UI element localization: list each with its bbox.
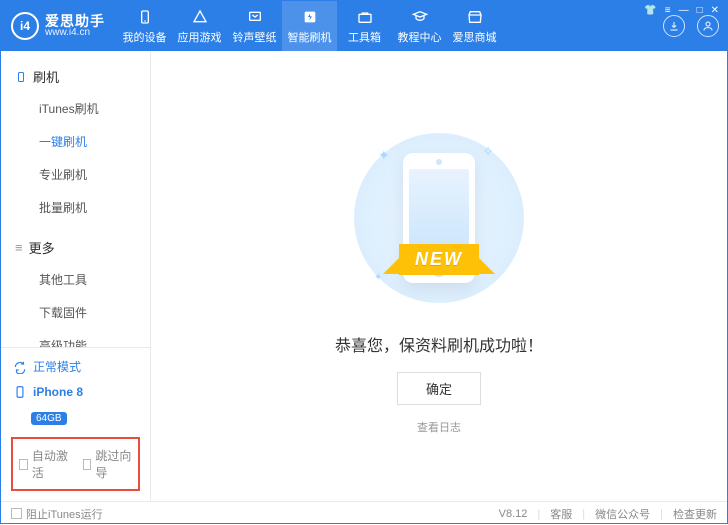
nav-label: 智能刷机	[288, 29, 332, 45]
sidebar-item-download[interactable]: 下载固件	[1, 296, 150, 329]
checkbox-skip-guide[interactable]: 跳过向导	[83, 447, 133, 481]
ok-button[interactable]: 确定	[397, 372, 481, 405]
sidebar-section-flash: 刷机	[1, 61, 150, 92]
sidebar-item-batch[interactable]: 批量刷机	[1, 191, 150, 224]
minimize-icon[interactable]: —	[679, 5, 689, 16]
new-ribbon: NEW	[359, 244, 519, 275]
nav-label: 我的设备	[123, 29, 167, 45]
sidebar-item-oneclick[interactable]: 一键刷机	[1, 125, 150, 158]
sidebar-item-advanced[interactable]: 高级功能	[1, 329, 150, 347]
sidebar-section-more: ≡ 更多	[1, 232, 150, 263]
statusbar: 阻止iTunes运行 V8.12 | 客服 | 微信公众号 | 检查更新	[1, 501, 727, 525]
update-link[interactable]: 检查更新	[673, 506, 717, 522]
brand-subtitle: www.i4.cn	[45, 28, 105, 38]
mode-normal[interactable]: 正常模式	[13, 358, 138, 375]
nav-my-device[interactable]: 我的设备	[117, 1, 172, 51]
maximize-icon[interactable]: □	[697, 5, 703, 16]
nav-tutorial[interactable]: 教程中心	[392, 1, 447, 51]
nav-ringtone[interactable]: 铃声壁纸	[227, 1, 282, 51]
device-icon	[136, 8, 154, 26]
close-icon[interactable]: ✕	[711, 5, 719, 16]
menu-icon[interactable]: ≡	[665, 5, 671, 16]
nav-toolbox[interactable]: 工具箱	[337, 1, 392, 51]
ringtone-icon	[246, 8, 264, 26]
brand-title: 爱思助手	[45, 14, 105, 28]
skin-icon[interactable]: 👕	[644, 5, 656, 16]
sparkle-icon: ✧	[482, 143, 494, 160]
phone-icon	[15, 70, 27, 84]
more-icon: ≡	[15, 240, 23, 255]
storage-badge: 64GB	[31, 412, 67, 425]
hero-illustration: ✦ ✧ ✦ NEW	[334, 118, 544, 318]
sidebar-item-pro[interactable]: 专业刷机	[1, 158, 150, 191]
version-label: V8.12	[499, 508, 528, 520]
tutorial-icon	[411, 8, 429, 26]
brand-logo-icon: i4	[11, 12, 39, 40]
checkbox-block-itunes[interactable]: 阻止iTunes运行	[11, 506, 103, 522]
sidebar-item-other[interactable]: 其他工具	[1, 263, 150, 296]
nav-label: 铃声壁纸	[233, 29, 277, 45]
options-highlight: 自动激活 跳过向导	[11, 437, 140, 491]
brand: i4 爱思助手 www.i4.cn	[11, 12, 105, 40]
support-link[interactable]: 客服	[550, 506, 572, 522]
nav-label: 爱思商城	[453, 29, 497, 45]
success-message: 恭喜您，保资料刷机成功啦！	[335, 332, 543, 356]
main-content: ✦ ✧ ✦ NEW 恭喜您，保资料刷机成功啦！ 确定 查看日志	[151, 51, 727, 501]
nav-label: 应用游戏	[178, 29, 222, 45]
sparkle-icon: ✦	[378, 147, 390, 164]
user-button[interactable]	[697, 15, 719, 37]
nav-apps[interactable]: 应用游戏	[172, 1, 227, 51]
window-controls: 👕 ≡ — □ ✕	[644, 5, 719, 16]
refresh-icon	[13, 360, 27, 374]
device-icon	[13, 385, 27, 399]
view-log-link[interactable]: 查看日志	[417, 419, 461, 435]
checkbox-auto-activate[interactable]: 自动激活	[19, 447, 69, 481]
store-icon	[466, 8, 484, 26]
titlebar: i4 爱思助手 www.i4.cn 我的设备 应用游戏 铃声壁纸 智能刷机 工具…	[1, 1, 727, 51]
sidebar: 刷机 iTunes刷机 一键刷机 专业刷机 批量刷机 ≡ 更多 其他工具 下载固…	[1, 51, 151, 501]
wechat-link[interactable]: 微信公众号	[595, 506, 650, 522]
nav-label: 工具箱	[348, 29, 381, 45]
nav-label: 教程中心	[398, 29, 442, 45]
flash-icon	[301, 8, 319, 26]
download-button[interactable]	[663, 15, 685, 37]
top-nav: 我的设备 应用游戏 铃声壁纸 智能刷机 工具箱 教程中心 爱思商城	[117, 1, 502, 51]
nav-flash[interactable]: 智能刷机	[282, 1, 337, 51]
nav-store[interactable]: 爱思商城	[447, 1, 502, 51]
device-info[interactable]: iPhone 8	[13, 385, 138, 399]
sidebar-item-itunes[interactable]: iTunes刷机	[1, 92, 150, 125]
apps-icon	[191, 8, 209, 26]
toolbox-icon	[356, 8, 374, 26]
